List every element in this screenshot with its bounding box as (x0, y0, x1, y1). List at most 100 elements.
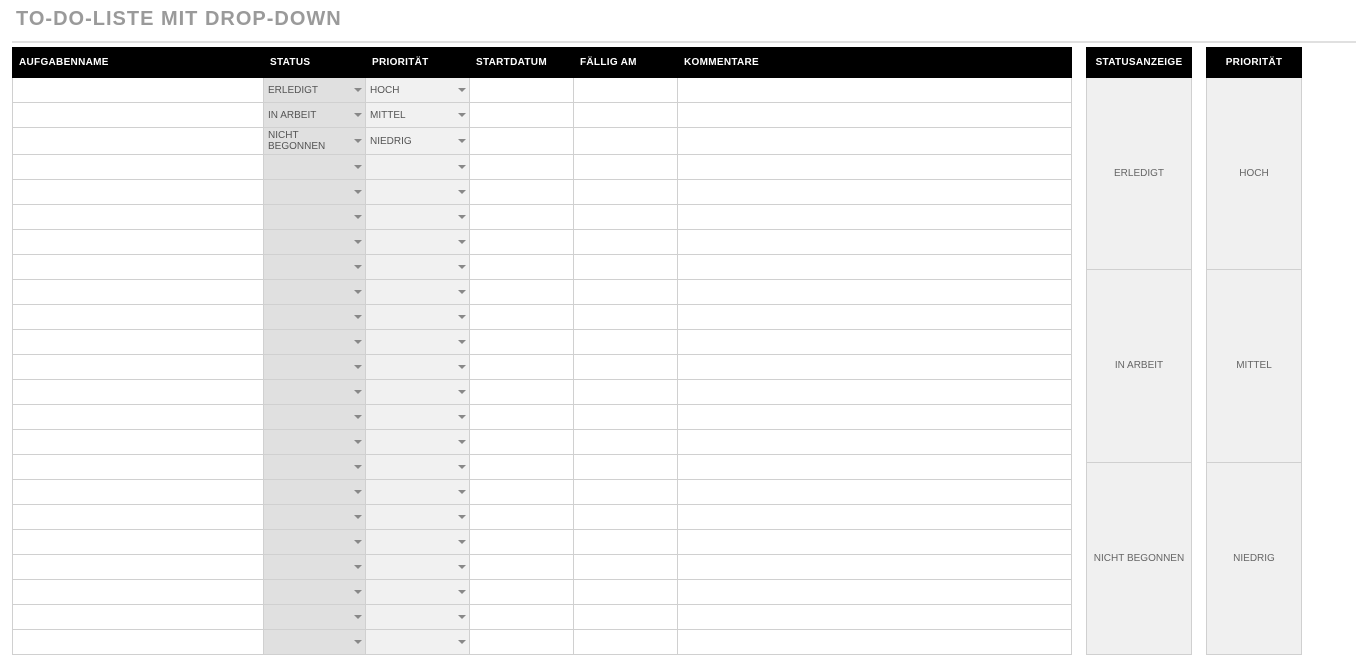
cell-priority-dropdown[interactable] (366, 555, 470, 580)
cell-name[interactable] (13, 155, 264, 180)
cell-start[interactable] (470, 480, 574, 505)
cell-name[interactable] (13, 230, 264, 255)
cell-priority-dropdown[interactable] (366, 605, 470, 630)
cell-due[interactable] (574, 155, 678, 180)
cell-due[interactable] (574, 430, 678, 455)
cell-start[interactable] (470, 555, 574, 580)
cell-start[interactable] (470, 530, 574, 555)
cell-status-dropdown[interactable] (264, 305, 366, 330)
cell-due[interactable] (574, 205, 678, 230)
cell-start[interactable] (470, 405, 574, 430)
cell-start[interactable] (470, 255, 574, 280)
cell-status-dropdown[interactable] (264, 355, 366, 380)
cell-priority-dropdown[interactable]: HOCH (366, 78, 470, 103)
cell-name[interactable] (13, 605, 264, 630)
cell-status-dropdown[interactable] (264, 505, 366, 530)
cell-priority-dropdown[interactable] (366, 405, 470, 430)
cell-name[interactable] (13, 430, 264, 455)
cell-comments[interactable] (678, 380, 1072, 405)
cell-due[interactable] (574, 103, 678, 128)
cell-priority-dropdown[interactable] (366, 305, 470, 330)
cell-start[interactable] (470, 280, 574, 305)
cell-due[interactable] (574, 128, 678, 155)
cell-priority-dropdown[interactable]: MITTEL (366, 103, 470, 128)
cell-name[interactable] (13, 355, 264, 380)
cell-start[interactable] (470, 505, 574, 530)
cell-start[interactable] (470, 330, 574, 355)
cell-comments[interactable] (678, 605, 1072, 630)
cell-comments[interactable] (678, 205, 1072, 230)
cell-due[interactable] (574, 630, 678, 655)
cell-name[interactable] (13, 530, 264, 555)
cell-start[interactable] (470, 180, 574, 205)
cell-due[interactable] (574, 305, 678, 330)
cell-comments[interactable] (678, 580, 1072, 605)
cell-due[interactable] (574, 455, 678, 480)
cell-due[interactable] (574, 330, 678, 355)
cell-comments[interactable] (678, 280, 1072, 305)
cell-priority-dropdown[interactable] (366, 380, 470, 405)
cell-priority-dropdown[interactable] (366, 230, 470, 255)
cell-due[interactable] (574, 505, 678, 530)
cell-status-dropdown[interactable] (264, 405, 366, 430)
cell-comments[interactable] (678, 555, 1072, 580)
cell-priority-dropdown[interactable] (366, 505, 470, 530)
cell-comments[interactable] (678, 180, 1072, 205)
cell-name[interactable] (13, 103, 264, 128)
cell-due[interactable] (574, 480, 678, 505)
cell-comments[interactable] (678, 155, 1072, 180)
cell-name[interactable] (13, 405, 264, 430)
cell-start[interactable] (470, 205, 574, 230)
cell-status-dropdown[interactable] (264, 330, 366, 355)
cell-name[interactable] (13, 580, 264, 605)
cell-status-dropdown[interactable] (264, 155, 366, 180)
cell-comments[interactable] (678, 330, 1072, 355)
cell-due[interactable] (574, 605, 678, 630)
cell-due[interactable] (574, 78, 678, 103)
cell-comments[interactable] (678, 78, 1072, 103)
cell-status-dropdown[interactable] (264, 555, 366, 580)
cell-name[interactable] (13, 380, 264, 405)
cell-priority-dropdown[interactable] (366, 355, 470, 380)
cell-start[interactable] (470, 630, 574, 655)
cell-start[interactable] (470, 78, 574, 103)
cell-due[interactable] (574, 580, 678, 605)
cell-start[interactable] (470, 155, 574, 180)
cell-name[interactable] (13, 330, 264, 355)
cell-name[interactable] (13, 280, 264, 305)
cell-name[interactable] (13, 505, 264, 530)
cell-start[interactable] (470, 605, 574, 630)
cell-name[interactable] (13, 128, 264, 155)
cell-start[interactable] (470, 305, 574, 330)
cell-priority-dropdown[interactable] (366, 530, 470, 555)
cell-due[interactable] (574, 180, 678, 205)
cell-status-dropdown[interactable] (264, 580, 366, 605)
cell-priority-dropdown[interactable] (366, 330, 470, 355)
cell-name[interactable] (13, 630, 264, 655)
cell-priority-dropdown[interactable] (366, 455, 470, 480)
cell-status-dropdown[interactable]: IN ARBEIT (264, 103, 366, 128)
cell-priority-dropdown[interactable] (366, 280, 470, 305)
cell-priority-dropdown[interactable] (366, 580, 470, 605)
cell-name[interactable] (13, 455, 264, 480)
cell-comments[interactable] (678, 255, 1072, 280)
cell-name[interactable] (13, 205, 264, 230)
cell-status-dropdown[interactable] (264, 530, 366, 555)
cell-due[interactable] (574, 355, 678, 380)
cell-start[interactable] (470, 128, 574, 155)
cell-name[interactable] (13, 480, 264, 505)
cell-priority-dropdown[interactable] (366, 255, 470, 280)
cell-priority-dropdown[interactable] (366, 480, 470, 505)
cell-priority-dropdown[interactable]: NIEDRIG (366, 128, 470, 155)
cell-start[interactable] (470, 103, 574, 128)
cell-due[interactable] (574, 555, 678, 580)
cell-status-dropdown[interactable] (264, 205, 366, 230)
cell-status-dropdown[interactable] (264, 455, 366, 480)
cell-comments[interactable] (678, 305, 1072, 330)
cell-status-dropdown[interactable] (264, 280, 366, 305)
cell-status-dropdown[interactable]: ERLEDIGT (264, 78, 366, 103)
cell-start[interactable] (470, 455, 574, 480)
cell-comments[interactable] (678, 230, 1072, 255)
cell-status-dropdown[interactable] (264, 480, 366, 505)
cell-comments[interactable] (678, 128, 1072, 155)
